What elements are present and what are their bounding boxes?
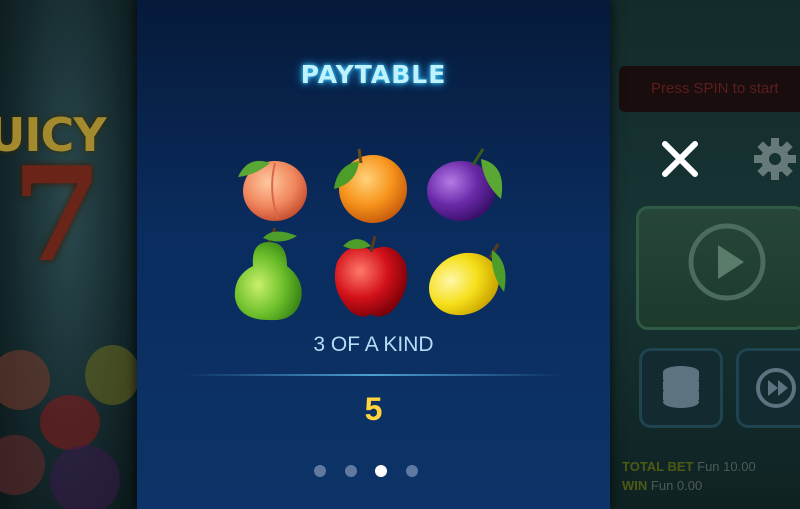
win-label: WIN [622, 478, 648, 493]
bet-button[interactable] [639, 348, 723, 428]
payout-value: 5 [364, 391, 383, 427]
bg-fruit [0, 435, 45, 495]
page-dot-1[interactable] [314, 465, 326, 477]
bg-fruit [50, 445, 120, 509]
win-readout: WIN Fun 0.00 [622, 478, 702, 493]
close-icon [662, 141, 698, 177]
paytable-panel: PAYTABLE 3 OF A KIND 5 [137, 0, 610, 509]
total-bet-readout: TOTAL BET Fun 10.00 [622, 459, 756, 474]
settings-button[interactable] [752, 136, 798, 182]
total-bet-label: TOTAL BET [622, 459, 694, 474]
spin-icon [688, 223, 766, 301]
paytable-title: PAYTABLE [300, 60, 447, 89]
plum-icon [427, 148, 503, 221]
game-logo-seven: 7 [12, 138, 103, 291]
apple-icon [334, 235, 408, 317]
page-dot-2[interactable] [345, 465, 357, 477]
gear-icon [754, 138, 796, 180]
peach-icon [238, 160, 307, 221]
total-bet-value: Fun 10.00 [697, 459, 756, 474]
autoplay-icon [756, 368, 796, 408]
bg-fruit [0, 350, 50, 410]
status-message: Press SPIN to start [619, 66, 800, 112]
win-value: Fun 0.00 [650, 478, 703, 493]
spin-button[interactable] [636, 206, 800, 330]
pear-icon [234, 228, 302, 321]
close-button[interactable] [659, 138, 701, 180]
autoplay-button[interactable] [736, 348, 800, 428]
bg-fruit [85, 345, 137, 405]
divider [185, 374, 562, 376]
page-dot-4[interactable] [406, 465, 418, 477]
game-reels-left: UICY 7 [0, 0, 137, 509]
bg-fruit [40, 395, 100, 450]
lemon-icon [428, 243, 506, 316]
coin-stack-icon [663, 366, 699, 408]
page-dot-3[interactable] [375, 465, 387, 477]
combo-label: 3 OF A KIND [313, 333, 434, 356]
orange-icon [334, 148, 407, 223]
page-indicator [307, 465, 447, 479]
